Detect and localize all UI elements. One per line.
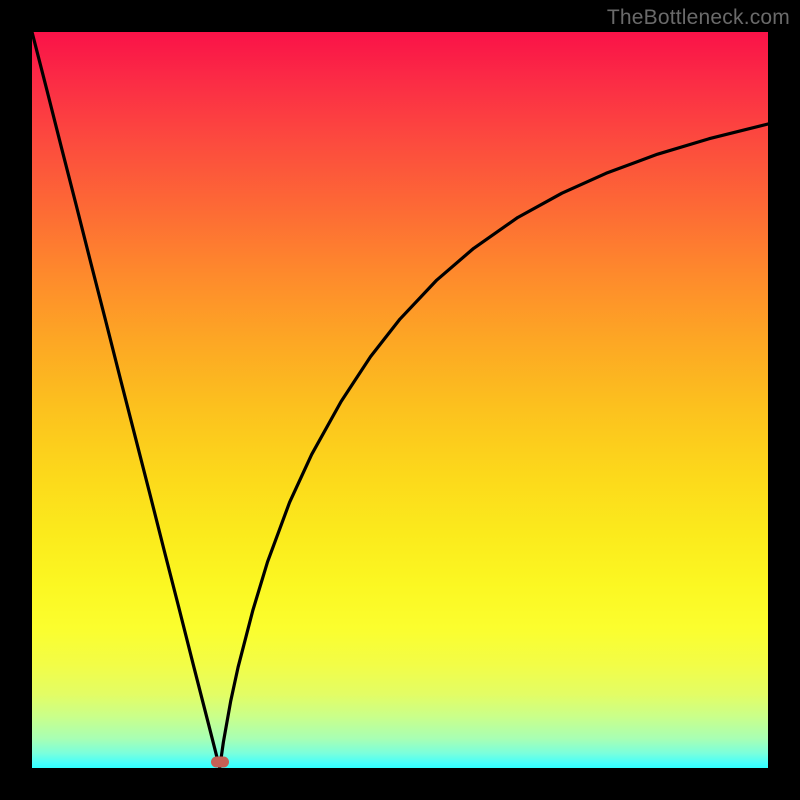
bottleneck-curve (32, 32, 768, 768)
plot-area (32, 32, 768, 768)
attribution-label: TheBottleneck.com (607, 6, 790, 30)
curve-path (32, 32, 768, 768)
chart-frame: TheBottleneck.com (0, 0, 800, 800)
minimum-marker (211, 757, 229, 768)
